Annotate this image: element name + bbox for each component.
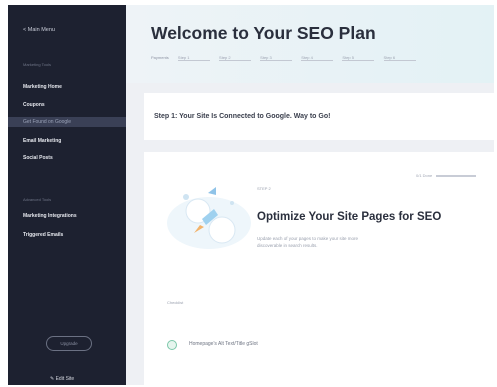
steps-label: Payments <box>151 55 169 60</box>
step-tab-3[interactable]: Step 3 <box>260 55 293 61</box>
pencil-icon: ✎ <box>50 376 55 382</box>
progress-label: 0/1 Done <box>416 173 433 178</box>
edit-site-button[interactable]: ✎ Edit Site <box>50 376 74 382</box>
step2-progress: 0/1 Done <box>416 173 477 178</box>
checklist-header: Checklist <box>167 300 184 305</box>
sidebar-item-social-posts[interactable]: Social Posts <box>23 155 53 161</box>
checkbox-icon[interactable] <box>167 340 177 350</box>
sidebar-item-marketing-integrations[interactable]: Marketing Integrations <box>23 213 77 219</box>
app-window: < Main Menu Marketing Tools Marketing Ho… <box>8 5 494 385</box>
sidebar-item-get-found-on-google[interactable]: Get Found on Google <box>8 117 126 127</box>
progress-bar <box>436 174 477 177</box>
step1-card[interactable]: Step 1: Your Site Is Connected to Google… <box>144 93 494 140</box>
edit-site-label: Edit Site <box>55 376 75 382</box>
step-tab-4[interactable]: Step 4 <box>301 55 334 61</box>
step-navigation: Payments Step 1 Step 2 Step 3 Step 4 Ste… <box>151 55 416 61</box>
list-item-label: Homepage's Alt Text/Title gSlot <box>189 341 258 347</box>
page-header: Welcome to Your SEO Plan Payments Step 1… <box>126 5 494 83</box>
main-menu-link[interactable]: < Main Menu <box>23 27 55 33</box>
sidebar-item-coupons[interactable]: Coupons <box>23 102 45 108</box>
sidebar-item-email-marketing[interactable]: Email Marketing <box>23 138 61 144</box>
sidebar-section-marketing-tools: Marketing Tools <box>23 62 51 67</box>
upgrade-button[interactable]: Upgrade <box>46 336 92 351</box>
step-tab-2[interactable]: Step 2 <box>219 55 252 61</box>
step-tab-5[interactable]: Step 5 <box>342 55 375 61</box>
step1-text: Step 1: Your Site Is Connected to Google… <box>154 113 331 120</box>
rocket-illustration-icon <box>167 187 251 249</box>
step2-label: STEP 2 <box>257 186 271 191</box>
step2-title: Optimize Your Site Pages for SEO <box>257 211 442 223</box>
page-title: Welcome to Your SEO Plan <box>151 23 376 43</box>
step-tab-6[interactable]: Step 6 <box>383 55 416 61</box>
sidebar-item-triggered-emails[interactable]: Triggered Emails <box>23 232 63 238</box>
sidebar: < Main Menu Marketing Tools Marketing Ho… <box>8 5 126 385</box>
step2-description: Update each of your pages to make your s… <box>257 236 359 248</box>
step-tab-1[interactable]: Step 1 <box>177 55 210 61</box>
sidebar-item-marketing-home[interactable]: Marketing Home <box>23 84 62 90</box>
main-content: Welcome to Your SEO Plan Payments Step 1… <box>126 5 494 385</box>
step2-card: STEP 2 Optimize Your Site Pages for SEO … <box>144 152 494 385</box>
list-item[interactable]: Homepage's Alt Text/Title gSlot <box>167 338 467 352</box>
sidebar-section-advanced-tools: Advanced Tools <box>23 197 52 202</box>
